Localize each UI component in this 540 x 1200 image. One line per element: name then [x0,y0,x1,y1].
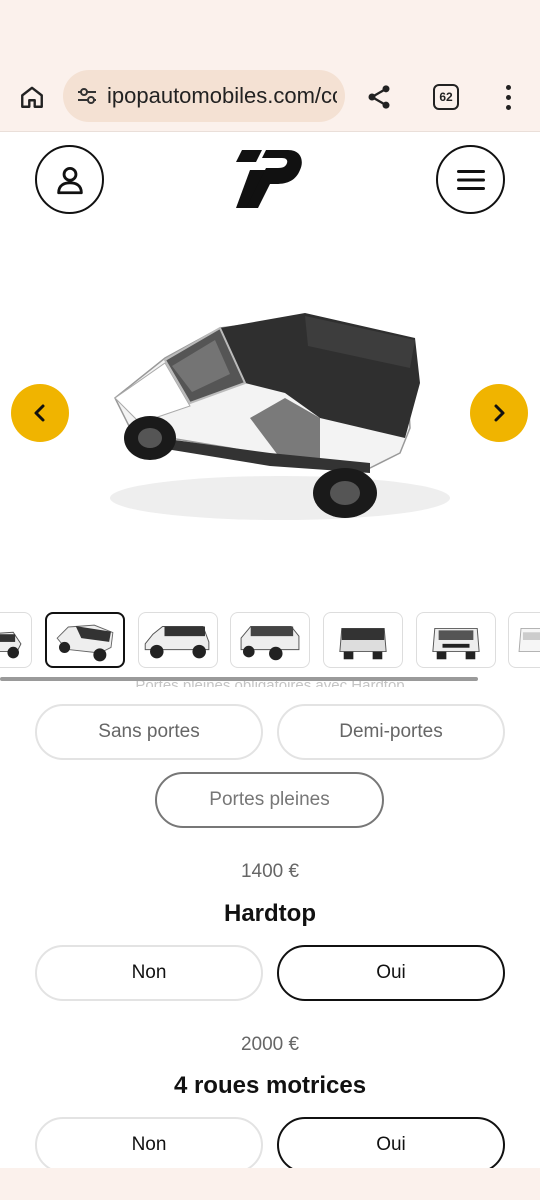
awd-no-button[interactable]: Non [35,1117,263,1173]
account-button[interactable] [35,145,104,214]
share-icon[interactable] [362,80,396,114]
person-icon [56,166,83,194]
thumbnail[interactable] [508,612,540,668]
awd-price: 2000 € [240,1034,300,1055]
navigation-bar [0,1168,540,1200]
awd-title: 4 roues motrices [173,1072,367,1099]
chevron-left-icon [34,404,45,422]
thumbnail[interactable] [230,612,310,668]
carousel-prev-button[interactable] [11,384,69,442]
thumbnail-scrollbar[interactable] [0,677,478,681]
thumbnail[interactable] [138,612,218,668]
vehicle-image [70,288,470,538]
thumbnail[interactable] [0,612,32,668]
doors-option-full[interactable]: Portes pleines [155,772,384,828]
home-icon[interactable] [14,82,50,112]
url-text: ipopautomobiles.com/cc [107,83,337,108]
awd-yes-button[interactable]: Oui [277,1117,505,1173]
address-bar[interactable]: ipopautomobiles.com/cc [63,70,345,122]
doors-option-half[interactable]: Demi-portes [277,704,505,760]
carousel-next-button[interactable] [470,384,528,442]
status-bar [0,0,540,62]
hardtop-title: Hardtop [224,900,316,927]
thumbnail[interactable] [323,612,403,668]
hardtop-price: 1400 € [240,861,300,882]
menu-button[interactable] [436,145,505,214]
thumbnail-active[interactable] [45,612,125,668]
doors-option-none[interactable]: Sans portes [35,704,263,760]
tab-switcher-button[interactable]: 62 [433,84,459,110]
hardtop-yes-button[interactable]: Oui [277,945,505,1001]
hardtop-no-button[interactable]: Non [35,945,263,1001]
thumbnail-strip [0,612,540,670]
chevron-right-icon [494,404,505,422]
more-vert-icon[interactable] [496,80,520,114]
ipop-logo[interactable] [236,148,304,210]
browser-toolbar: ipopautomobiles.com/cc 62 [0,62,540,132]
thumbnail[interactable] [416,612,496,668]
tune-icon[interactable] [75,84,99,108]
hamburger-icon [456,169,485,190]
